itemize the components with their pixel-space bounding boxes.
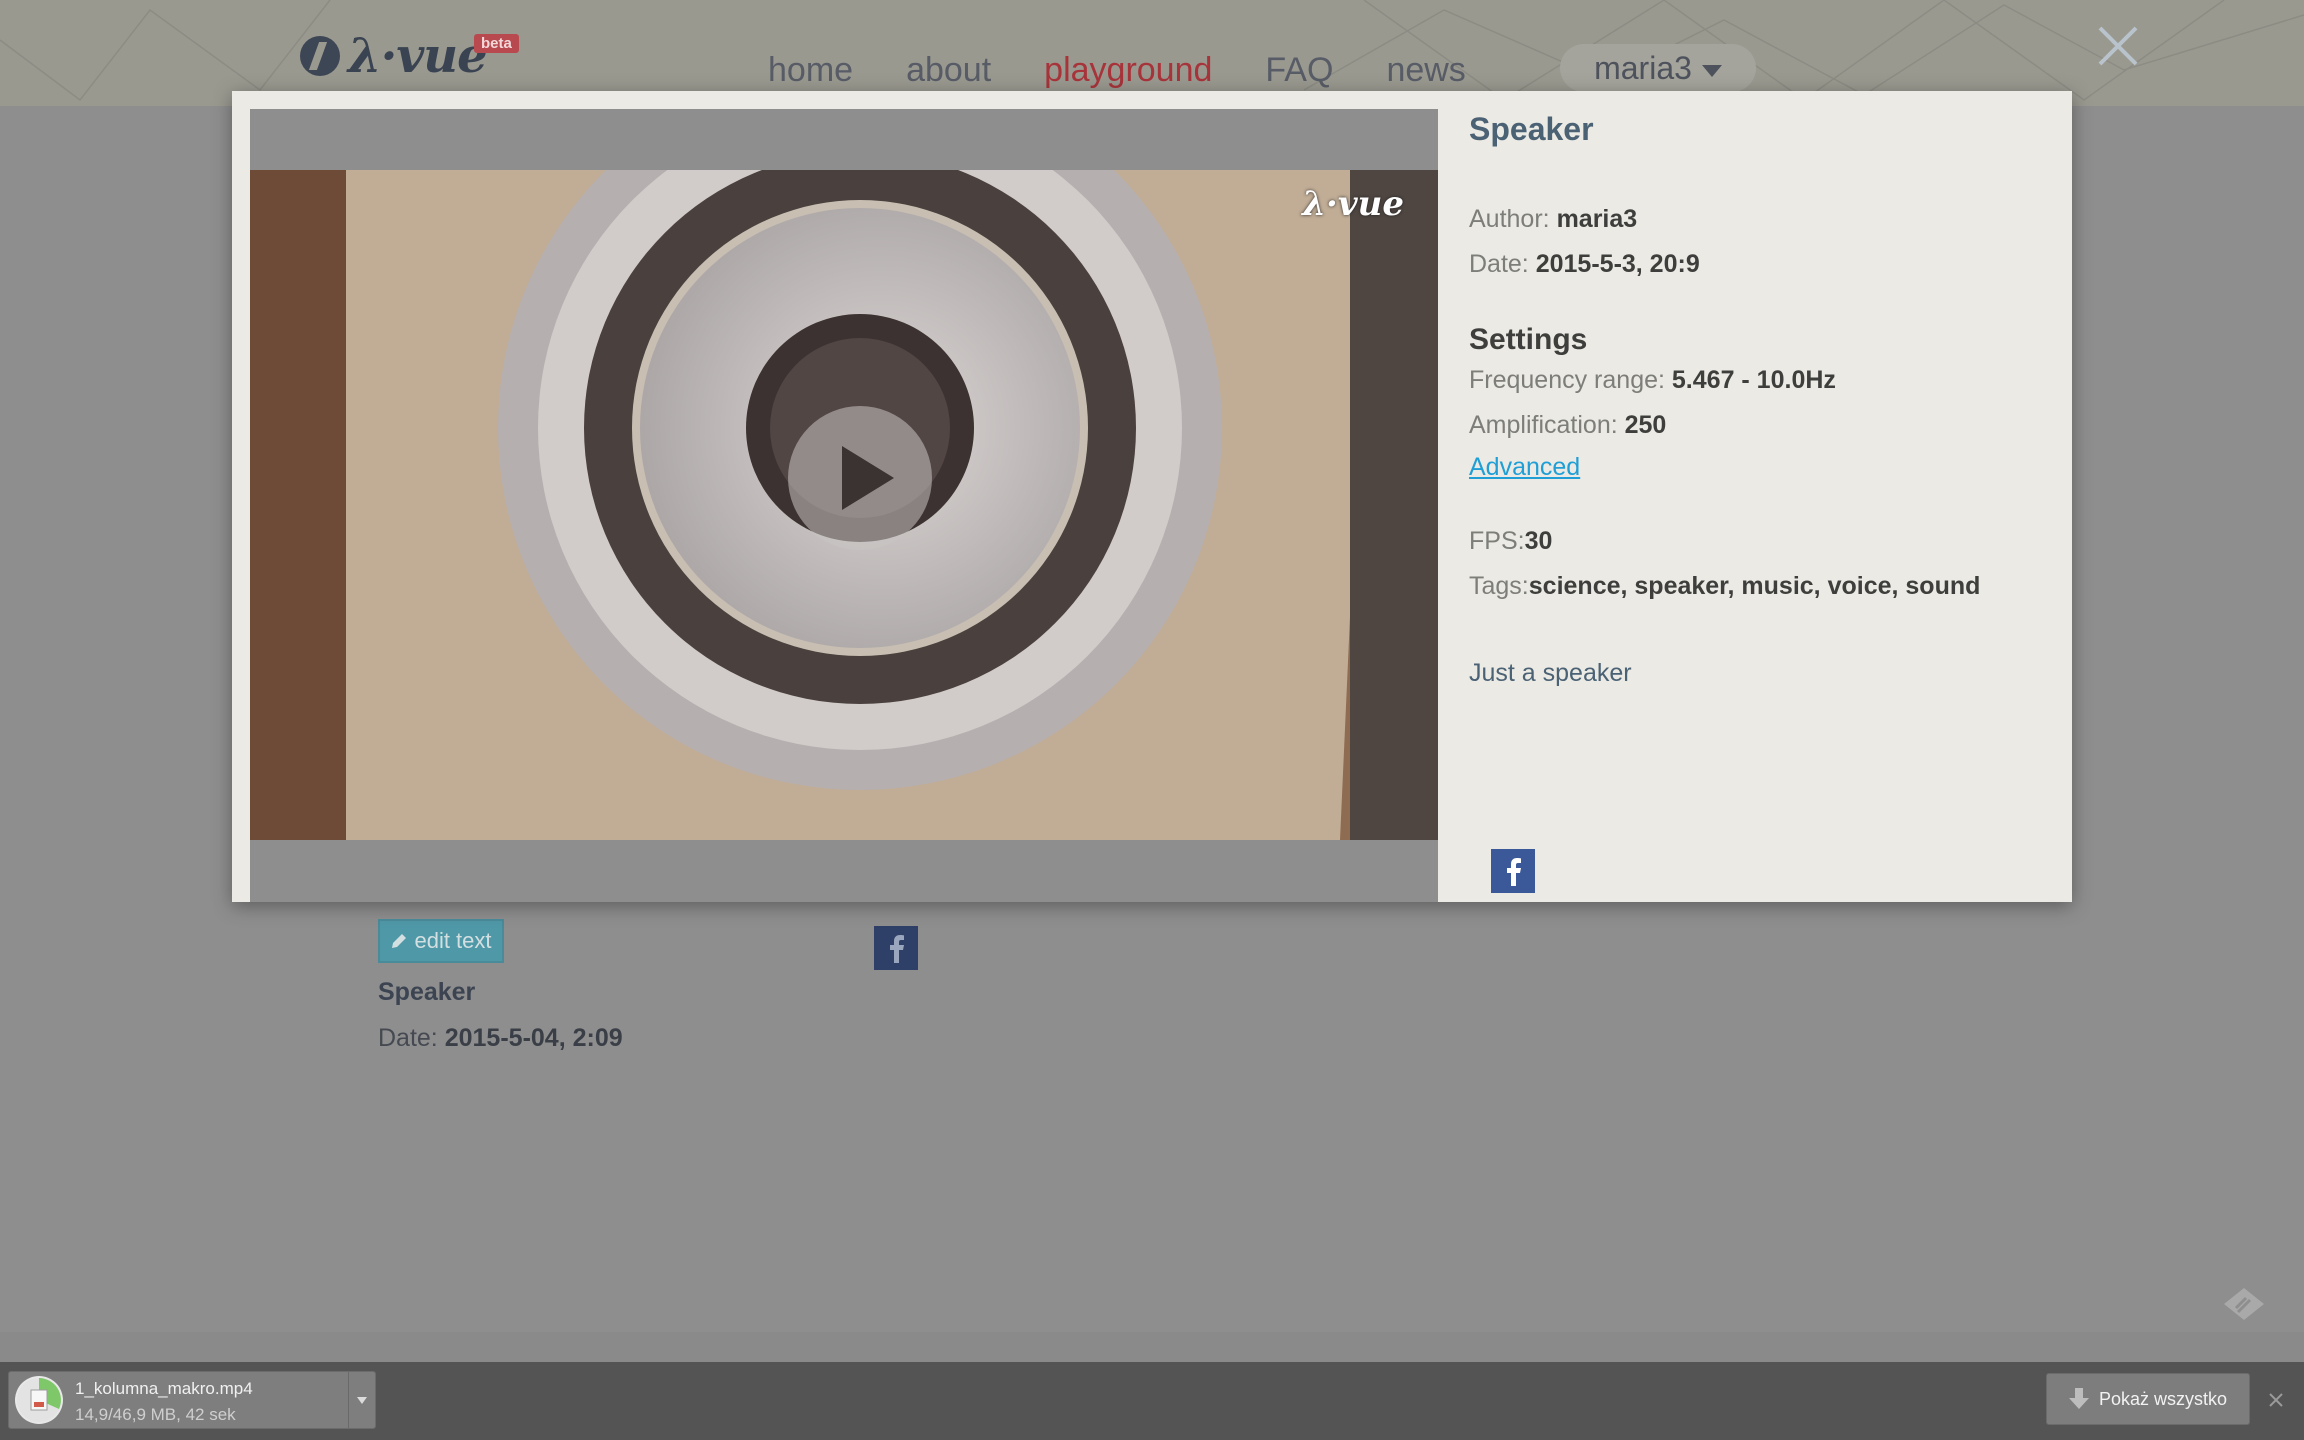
- download-progress-text: 14,9/46,9 MB, 42 sek: [75, 1405, 236, 1424]
- show-all-downloads-button[interactable]: Pokaż wszystko: [2046, 1373, 2250, 1425]
- frequency-label: Frequency range:: [1469, 366, 1665, 394]
- facebook-icon: [890, 935, 904, 963]
- play-icon[interactable]: [788, 406, 932, 550]
- settings-heading: Settings: [1469, 323, 1588, 356]
- user-menu[interactable]: maria3: [1560, 44, 1756, 92]
- chevron-down-icon: [1701, 65, 1722, 77]
- download-progress-icon: [15, 1376, 63, 1424]
- pencil-icon: [392, 934, 407, 948]
- show-all-label: Pokaż wszystko: [2098, 1388, 2228, 1409]
- video-details-panel: Speaker Author: maria3 Date: 2015-5-3, 2…: [1469, 91, 2049, 902]
- logo-text: λ·vue: [348, 28, 488, 84]
- nav-faq[interactable]: FAQ: [1265, 48, 1333, 92]
- page-video-title: Speaker: [378, 978, 476, 1006]
- edit-text-button[interactable]: edit text: [378, 919, 504, 963]
- logo-mark-icon: [300, 36, 340, 76]
- amplification-value: 250: [1624, 411, 1667, 439]
- author-label: Author:: [1469, 205, 1550, 233]
- frequency-row: Frequency range: 5.467 - 10.0Hz: [1469, 366, 1836, 395]
- frequency-value: 5.467 - 10.0Hz: [1671, 366, 1836, 394]
- page-date-value: 2015-5-04, 2:09: [444, 1024, 623, 1052]
- beta-badge: beta: [474, 34, 519, 53]
- tags-row: Tags:science, speaker, music, voice, sou…: [1469, 572, 1980, 601]
- facebook-share-button[interactable]: [874, 926, 918, 970]
- video-description: Just a speaker: [1469, 659, 1632, 687]
- page-footer-strip: [0, 1332, 2304, 1362]
- author-value[interactable]: maria3: [1557, 205, 1638, 233]
- page-video-date: Date: 2015-5-04, 2:09: [378, 1024, 623, 1053]
- nav-playground[interactable]: playground: [1044, 48, 1212, 92]
- modal-facebook-share-button[interactable]: [1491, 849, 1535, 893]
- edit-text-label: edit text: [414, 928, 492, 953]
- site-logo[interactable]: λ·vue beta: [300, 26, 519, 86]
- video-frame[interactable]: λ·vue: [250, 170, 1438, 840]
- facebook-icon: [1507, 858, 1521, 886]
- download-menu-button[interactable]: [348, 1372, 375, 1428]
- author-row: Author: maria3: [1469, 205, 1637, 234]
- feedback-icon[interactable]: [2222, 1286, 2266, 1322]
- main-nav: home about playground FAQ news: [768, 48, 1519, 92]
- close-icon[interactable]: [2094, 22, 2142, 70]
- date-row: Date: 2015-5-3, 20:9: [1469, 250, 1700, 279]
- video-title: Speaker: [1469, 111, 1594, 147]
- tags-label: Tags:: [1469, 572, 1529, 600]
- date-value: 2015-5-3, 20:9: [1535, 250, 1700, 278]
- page-date-label: Date:: [378, 1024, 438, 1052]
- chevron-down-icon: [357, 1396, 367, 1404]
- nav-home[interactable]: home: [768, 48, 853, 92]
- date-label: Date:: [1469, 250, 1529, 278]
- tags-value: science, speaker, music, voice, sound: [1528, 572, 1981, 600]
- video-watermark: λ·vue: [1302, 184, 1404, 224]
- video-modal: λ·vue Speaker Author: maria3 Date: 2015-…: [232, 91, 2072, 902]
- download-file-name: 1_kolumna_makro.mp4: [75, 1379, 253, 1398]
- fps-value: 30: [1524, 527, 1553, 555]
- close-shelf-icon[interactable]: [2268, 1392, 2284, 1408]
- video-player[interactable]: λ·vue: [250, 109, 1438, 902]
- user-name: maria3: [1594, 49, 1692, 86]
- fps-label: FPS:: [1469, 527, 1525, 555]
- download-arrow-icon: [2068, 1388, 2089, 1409]
- nav-about[interactable]: about: [906, 48, 991, 92]
- fps-row: FPS:30: [1469, 527, 1552, 556]
- nav-news[interactable]: news: [1386, 48, 1465, 92]
- amplification-row: Amplification: 250: [1469, 411, 1666, 440]
- download-shelf: 1_kolumna_makro.mp4 14,9/46,9 MB, 42 sek…: [0, 1362, 2304, 1440]
- download-item[interactable]: 1_kolumna_makro.mp4 14,9/46,9 MB, 42 sek: [8, 1371, 376, 1429]
- amplification-label: Amplification:: [1469, 411, 1618, 439]
- advanced-link[interactable]: Advanced: [1469, 453, 1580, 482]
